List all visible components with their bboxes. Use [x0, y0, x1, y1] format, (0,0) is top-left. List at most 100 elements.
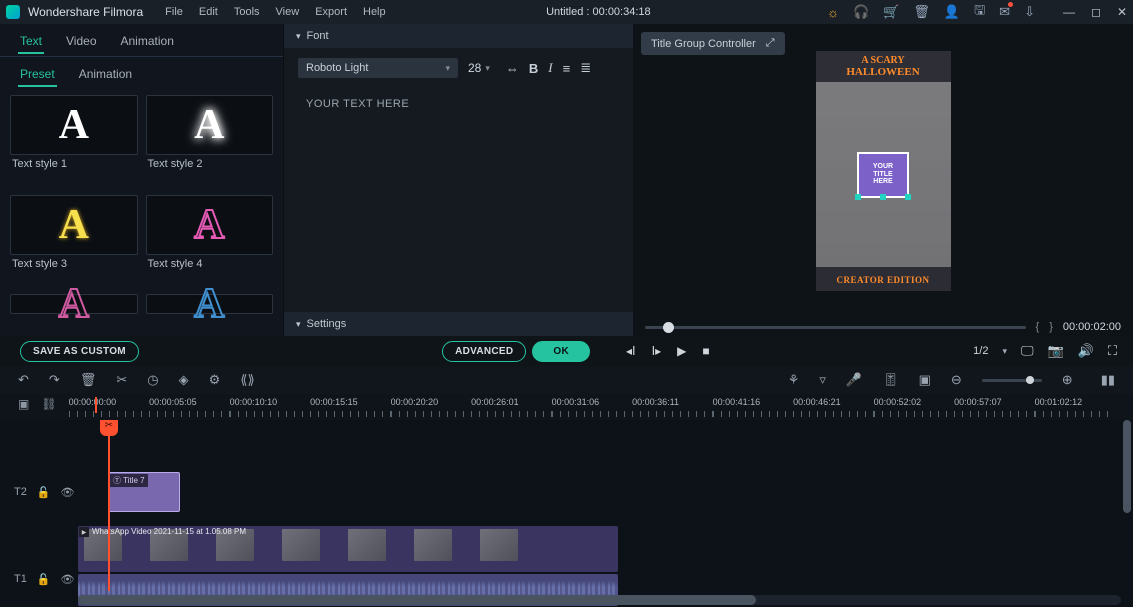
text-input[interactable]: YOUR TEXT HERE [298, 90, 619, 118]
scrub-track[interactable] [645, 326, 1026, 329]
resize-handle-icon[interactable] [905, 194, 911, 200]
bold-icon[interactable]: B [529, 61, 538, 76]
volume-icon[interactable]: 🔊 [1078, 343, 1094, 359]
timeline-h-scrollbar[interactable] [78, 595, 1121, 605]
record-icon[interactable]: 🎤 [846, 372, 862, 388]
chevron-down-icon: ▾ [445, 63, 450, 74]
cut-icon[interactable]: ✂ [116, 372, 127, 388]
tab-animation[interactable]: Animation [119, 30, 176, 54]
mixer-icon[interactable]: 🎚 [882, 372, 899, 388]
delete-icon[interactable]: 🗑 [80, 372, 97, 388]
align-left-icon[interactable]: ≡ [563, 61, 571, 76]
adjust-icon[interactable]: ⚙ [209, 372, 221, 388]
menu-tools[interactable]: Tools [230, 4, 264, 20]
menu-file[interactable]: File [161, 4, 187, 20]
title-group-controller-button[interactable]: Title Group Controller ⤢ [641, 32, 785, 55]
playhead-cut-icon[interactable] [100, 420, 118, 436]
timeline-ruler: ▣ ⛓ 00:00:00:00 00:00:05:05 00:00:10:10 … [0, 394, 1133, 420]
chevron-down-icon[interactable]: ▾ [1002, 346, 1007, 357]
tab-video[interactable]: Video [64, 30, 98, 54]
advanced-button[interactable]: ADVANCED [442, 341, 526, 362]
menu-help[interactable]: Help [359, 4, 390, 20]
play-icon[interactable]: ▶ [677, 344, 686, 358]
expand-icon: ⤢ [766, 37, 775, 50]
align-justify-icon[interactable]: ≣ [580, 60, 591, 76]
page-indicator[interactable]: 1/2 [973, 345, 988, 357]
undo-icon[interactable]: ↶ [18, 372, 29, 388]
in-marker[interactable] [95, 397, 97, 413]
timeline-v-scrollbar[interactable] [1123, 420, 1131, 589]
zoom-in-icon[interactable]: ⊕ [1062, 372, 1073, 388]
style-item-6[interactable]: A [146, 294, 274, 332]
prev-frame-icon[interactable]: ◂Ⅰ [626, 344, 636, 358]
resize-handle-icon[interactable] [855, 194, 861, 200]
title-edit-box[interactable]: YOURTITLEHERE [857, 152, 909, 198]
style-label: Text style 3 [10, 255, 138, 273]
style-item-5[interactable]: A [10, 294, 138, 332]
track-body[interactable]: Ⓣ Title 7 [78, 466, 1121, 518]
download-icon[interactable]: ⇩ [1024, 4, 1035, 20]
stop-icon[interactable]: ■ [702, 344, 709, 358]
style-item-2[interactable]: A Text style 2 [146, 95, 274, 191]
menu-export[interactable]: Export [311, 4, 351, 20]
headset-icon[interactable]: 🎧 [853, 4, 869, 20]
italic-icon[interactable]: I [548, 60, 552, 76]
crop-icon[interactable]: ◈ [179, 372, 189, 388]
scrub-thumb[interactable] [663, 322, 674, 333]
subtab-preset[interactable]: Preset [18, 63, 57, 87]
resize-handle-icon[interactable] [880, 194, 886, 200]
pause-bars-icon[interactable]: ▮▮ [1101, 372, 1115, 388]
menu-view[interactable]: View [272, 4, 304, 20]
style-item-3[interactable]: A Text style 3 [10, 195, 138, 291]
style-label: Text style 1 [10, 155, 138, 173]
tab-text[interactable]: Text [18, 30, 44, 54]
zoom-slider[interactable] [982, 379, 1042, 382]
style-label: Text style 4 [146, 255, 274, 273]
ok-button[interactable]: OK [532, 341, 590, 362]
marker-icon[interactable]: ▿ [819, 372, 826, 388]
cart-icon[interactable]: 🛒 [883, 4, 899, 20]
subtab-animation[interactable]: Animation [77, 63, 134, 87]
preview-panel: Title Group Controller ⤢ A SCARY HALLOWE… [633, 24, 1133, 336]
minimize-button[interactable]: — [1063, 5, 1075, 19]
link-icon[interactable]: ⛓ [41, 397, 56, 411]
render-icon[interactable]: ⚘ [788, 372, 800, 388]
display-icon[interactable]: 🖵 [1021, 343, 1034, 359]
style-item-1[interactable]: A Text style 1 [10, 95, 138, 191]
preview-text-creator: CREATOR EDITION [837, 275, 930, 285]
spacing-icon[interactable]: ⇔ [506, 61, 519, 76]
save-as-custom-button[interactable]: SAVE AS CUSTOM [20, 341, 139, 362]
font-editor-panel: Font Roboto Light▾ 28 ▾ ⇔ B I ≡ ≣ YOUR T… [284, 24, 633, 336]
trash-icon[interactable]: 🗑 [913, 4, 930, 20]
ruler-track[interactable]: 00:00:00:00 00:00:05:05 00:00:10:10 00:0… [69, 397, 1115, 419]
next-frame-icon[interactable]: Ⅰ▸ [652, 344, 662, 358]
audio-sync-icon[interactable]: ⟪⟫ [240, 372, 254, 388]
snapshot-icon[interactable]: 📷 [1048, 343, 1064, 359]
lock-icon[interactable]: 🔓 [37, 486, 51, 499]
title-clip[interactable]: Ⓣ Title 7 [108, 472, 180, 512]
zoom-out-icon[interactable]: ⊖ [951, 372, 962, 388]
menu-edit[interactable]: Edit [195, 4, 222, 20]
mail-icon[interactable]: ✉ [999, 4, 1010, 20]
match-frame-icon[interactable]: ▣ [18, 397, 29, 411]
font-size-select[interactable]: 28 ▾ [468, 61, 490, 75]
playhead[interactable] [108, 420, 110, 591]
font-family-select[interactable]: Roboto Light▾ [298, 58, 458, 78]
redo-icon[interactable]: ↷ [49, 372, 60, 388]
preview-text-scary: A SCARY [818, 55, 949, 66]
font-section-header[interactable]: Font [284, 24, 633, 48]
eye-icon[interactable]: 👁 [61, 486, 75, 499]
maximize-button[interactable]: ◻ [1091, 5, 1101, 19]
tips-icon[interactable]: ☼ [827, 5, 839, 20]
speed-icon[interactable]: ◷ [147, 372, 158, 388]
fullscreen-icon[interactable]: ⛶ [1108, 343, 1117, 359]
preview-viewport[interactable]: A SCARY HALLOWEEN YOURTITLEHERE CREATOR … [633, 24, 1133, 318]
keyframe-icon[interactable]: ▣ [919, 372, 931, 388]
settings-section-header[interactable]: Settings [284, 312, 633, 336]
save-icon[interactable]: 🖫 [974, 1, 985, 23]
menubar: Wondershare Filmora File Edit Tools View… [0, 0, 1133, 24]
account-icon[interactable]: 👤 [944, 4, 960, 20]
style-item-4[interactable]: A Text style 4 [146, 195, 274, 291]
close-button[interactable]: ✕ [1117, 5, 1127, 19]
chevron-down-icon: ▾ [485, 63, 490, 74]
